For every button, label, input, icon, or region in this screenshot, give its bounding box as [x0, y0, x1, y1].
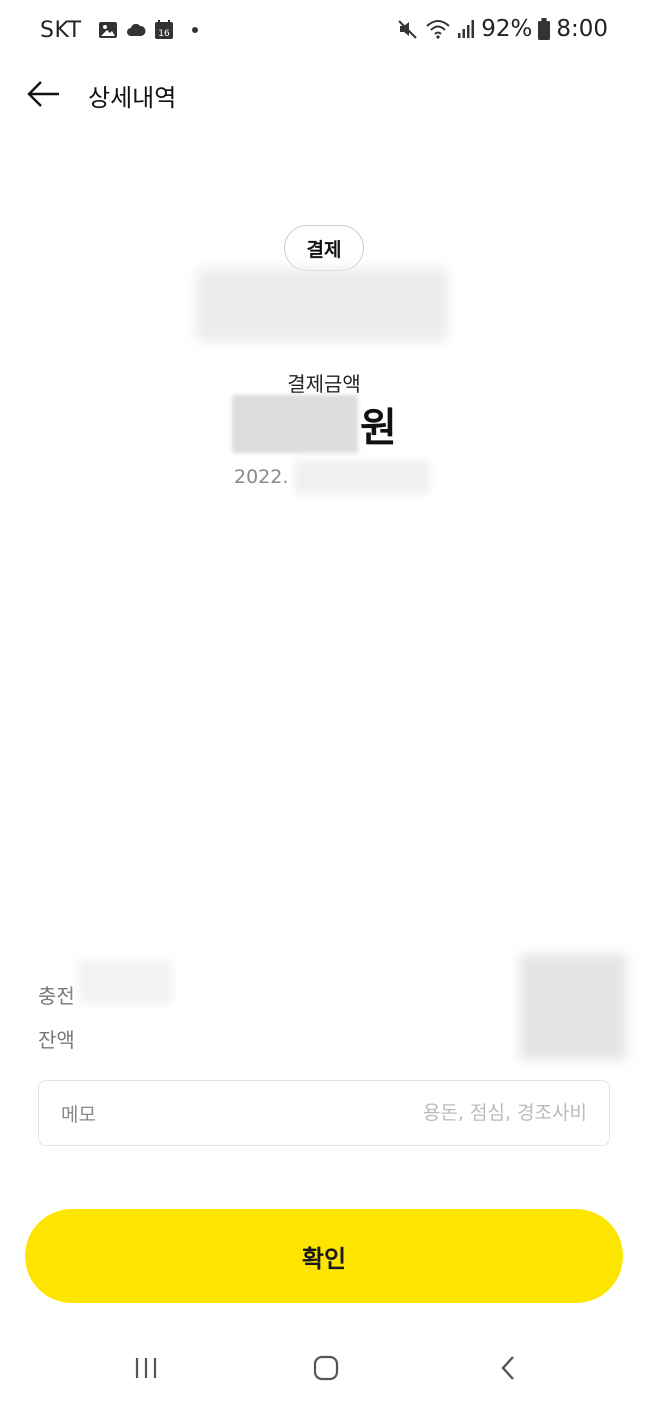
calendar-icon: 16 [155, 20, 173, 39]
amount-label: 결제금액 [287, 372, 361, 396]
redacted-date-detail [294, 460, 431, 494]
home-icon [313, 1355, 339, 1381]
home-button[interactable] [304, 1348, 348, 1388]
date-prefix: 2022. [234, 466, 289, 488]
transaction-date: 2022. [234, 460, 431, 494]
page-title: 상세내역 [88, 84, 177, 112]
amount-unit: 원 [360, 405, 397, 451]
memo-field[interactable]: 메모 [38, 1080, 610, 1146]
arrow-left-icon [27, 81, 59, 107]
transaction-type-badge: 결제 [284, 225, 364, 271]
memo-input[interactable] [95, 1102, 587, 1124]
recent-apps-icon [135, 1358, 157, 1378]
notification-dot [192, 27, 198, 33]
status-bar: SKT 16 92% 8:00 [0, 0, 648, 62]
cloud-icon [127, 23, 146, 36]
balance-label: 잔액 [38, 1028, 75, 1052]
battery-icon [538, 18, 551, 40]
calendar-day: 16 [158, 29, 170, 39]
image-icon [99, 22, 117, 38]
confirm-button[interactable]: 확인 [25, 1209, 623, 1303]
redacted-charge-detail [78, 960, 172, 1004]
wifi-icon [426, 20, 450, 39]
app-header: 상세내역 [0, 62, 648, 126]
redacted-detail-values [520, 954, 626, 1060]
back-button[interactable] [22, 74, 66, 114]
redacted-merchant-name [196, 268, 448, 342]
back-icon [501, 1356, 514, 1380]
amount-row: 원 [232, 394, 397, 454]
signal-icon [458, 20, 475, 38]
charge-label: 충전 [38, 984, 75, 1008]
status-system-icons: 92% 8:00 [397, 16, 608, 42]
clock-time: 8:00 [556, 16, 608, 42]
system-nav-bar [0, 1330, 648, 1404]
nav-back-button[interactable] [486, 1348, 530, 1388]
status-notification-icons: 16 [98, 20, 198, 40]
memo-label: 메모 [61, 1103, 96, 1126]
recent-apps-button[interactable] [124, 1348, 168, 1388]
mute-icon [398, 20, 417, 39]
redacted-amount-value [232, 395, 358, 453]
carrier-name: SKT [40, 18, 82, 43]
battery-percent: 92% [481, 16, 533, 42]
